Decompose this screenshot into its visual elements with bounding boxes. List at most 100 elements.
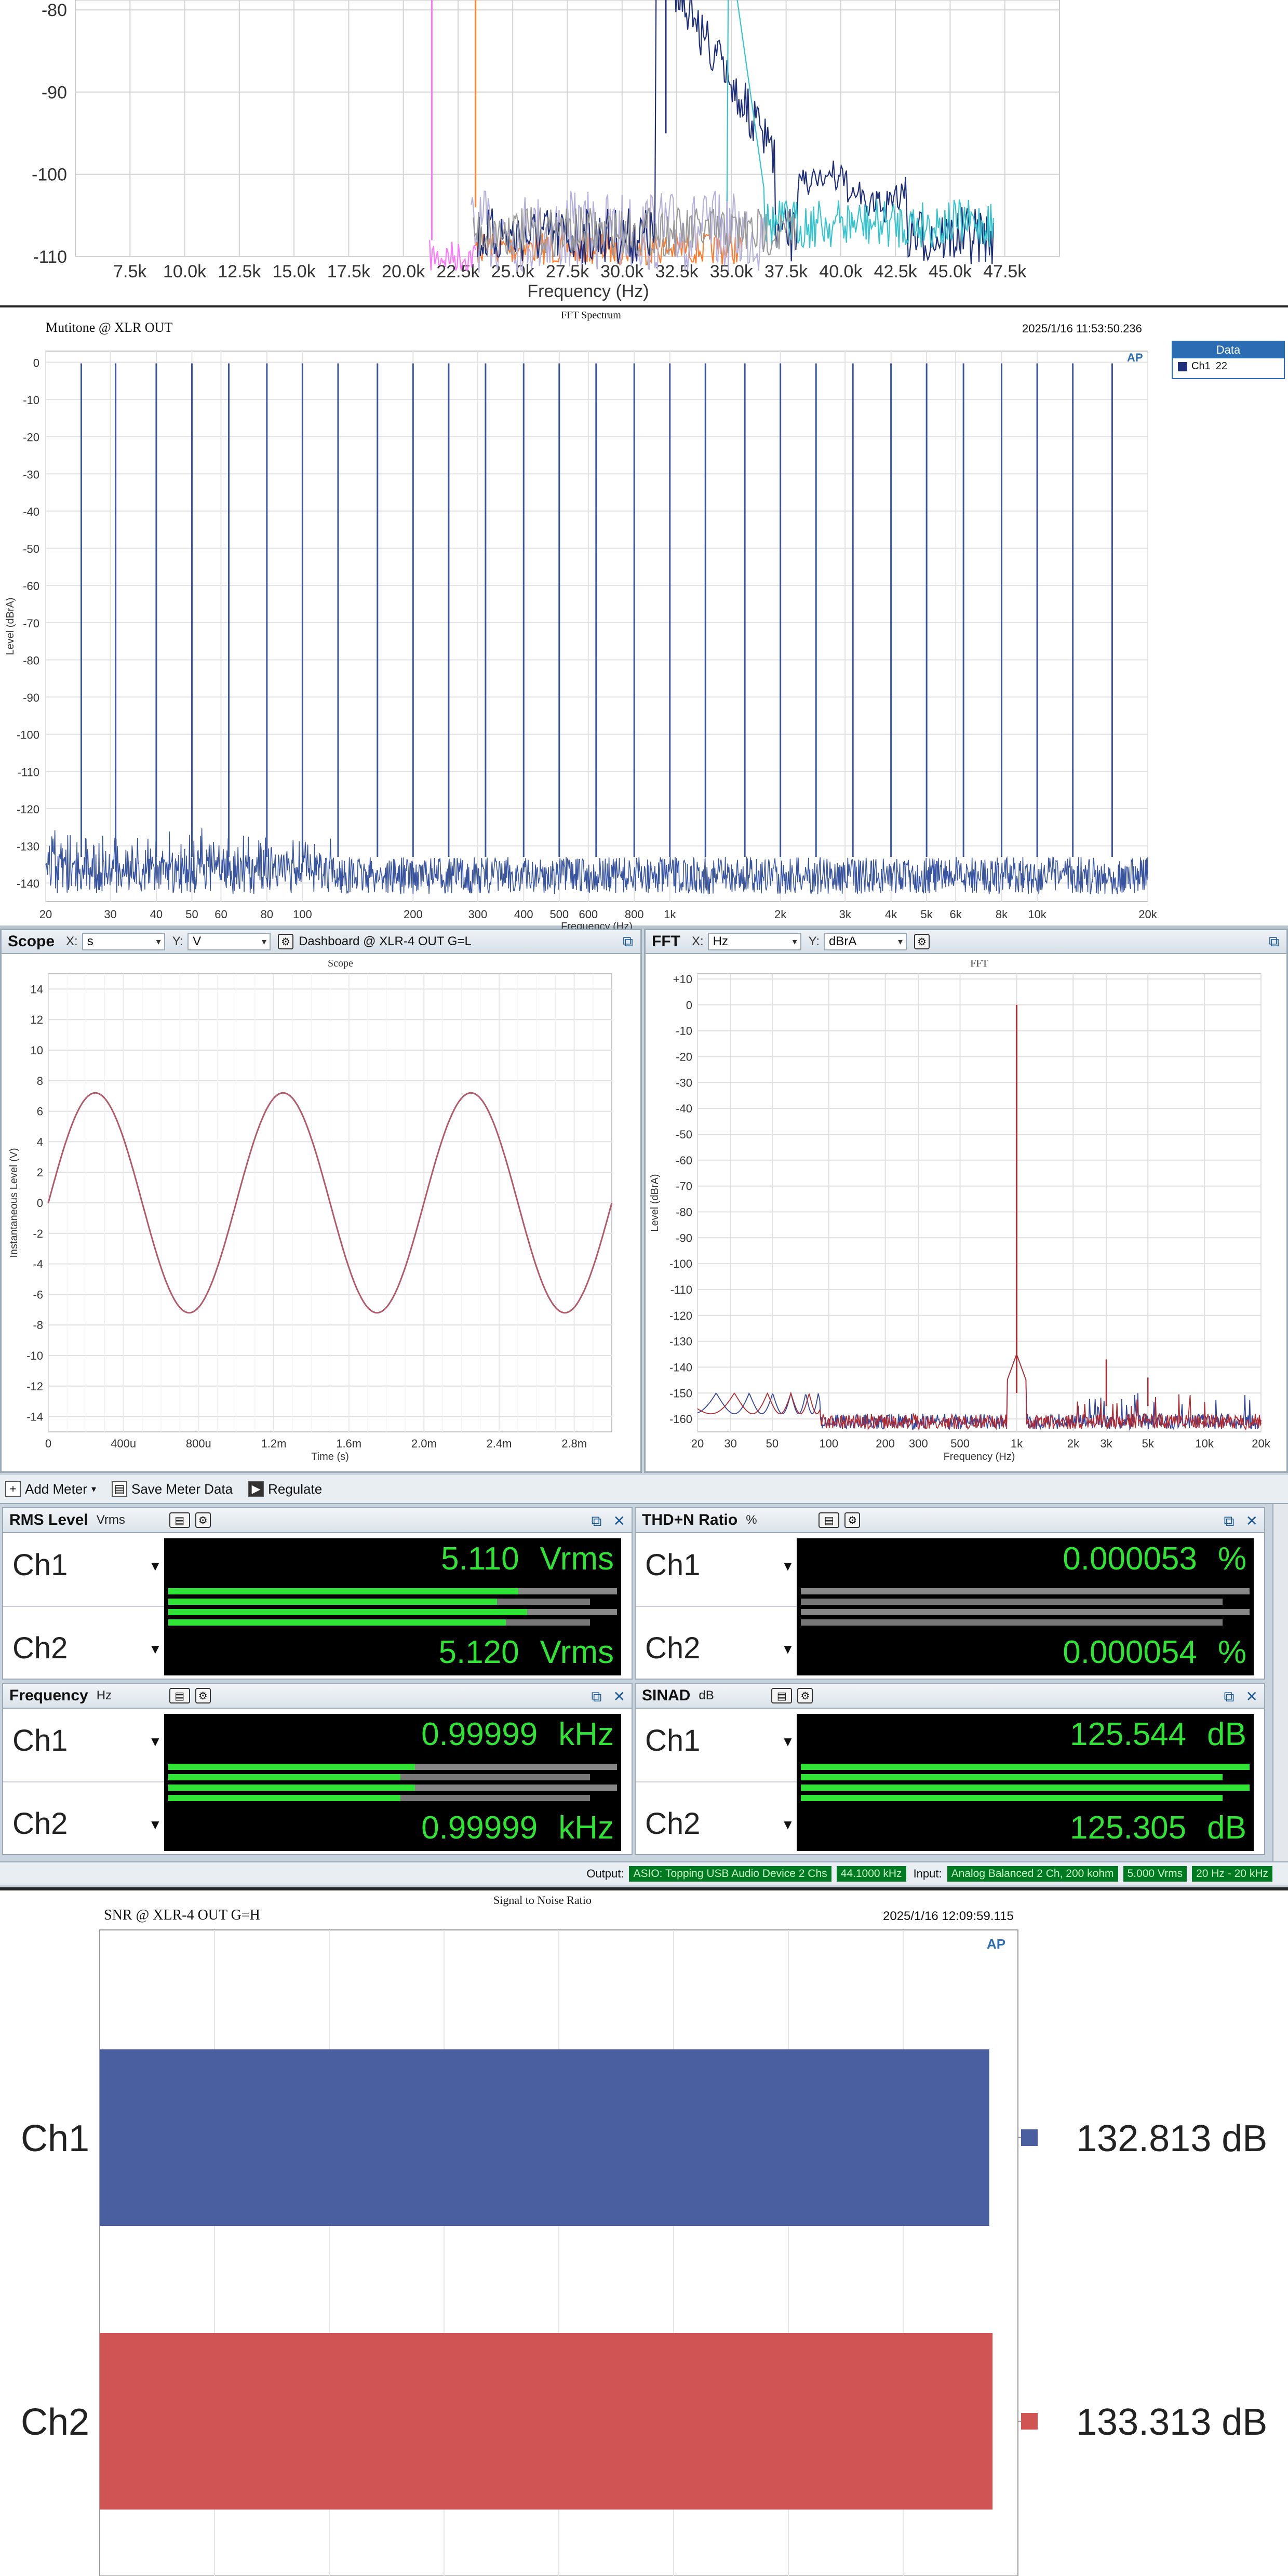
y-tick-label: -130	[17, 840, 39, 853]
input-range[interactable]: 5.000 Vrms	[1123, 1866, 1187, 1882]
y-tick-label: -140	[17, 877, 39, 890]
popout-icon[interactable]: ⧉	[623, 933, 633, 950]
y-tick-label: -14	[26, 1411, 43, 1424]
input-bandwidth[interactable]: 20 Hz - 20 kHz	[1192, 1866, 1272, 1882]
popout-icon[interactable]: ⧉	[592, 1688, 602, 1705]
meter-header: THD+N Ratio % ▤ ⚙ ⧉ ✕	[636, 1508, 1264, 1533]
ch2-label: Ch2	[12, 1631, 68, 1665]
close-icon[interactable]: ✕	[1246, 1513, 1258, 1529]
popout-icon[interactable]: ⧉	[1269, 933, 1279, 950]
x-tick-label: 7.5k	[113, 262, 147, 281]
fft-y-unit-select[interactable]: dBrA ▾	[824, 933, 907, 950]
popout-icon[interactable]: ⧉	[1224, 1688, 1235, 1705]
scope-x-unit-select[interactable]: s ▾	[82, 933, 165, 950]
ap-logo-icon: AP	[1127, 351, 1143, 364]
fft-x-label: X:	[691, 934, 704, 948]
y-tick-label: +10	[673, 973, 692, 986]
scope-y-unit-select[interactable]: V ▾	[187, 933, 271, 950]
y-tick-label: -10	[23, 394, 39, 407]
scope-header: Scope X: s ▾ Y: V ▾ ⚙ Dashboard @ XLR-4 OU…	[2, 930, 640, 954]
y-tick-label: -160	[669, 1413, 692, 1426]
add-meter-button[interactable]: + Add Meter ▾	[5, 1481, 96, 1497]
x-tick-label: 2k	[774, 908, 787, 921]
ch1-dropdown-icon[interactable]: ▼	[149, 1558, 162, 1574]
multitone-fft-chart: 0 -10 -20 -30 -40 -50 -60 -70 -80 -90 -100 -110 -120…	[5, 351, 1158, 929]
meter-unit-select[interactable]: %	[746, 1513, 819, 1527]
popout-icon[interactable]: ⧉	[1224, 1513, 1235, 1529]
y-tick-label: -140	[669, 1361, 692, 1374]
y-tick-label: -70	[23, 617, 39, 630]
fft-header: FFT X: Hz ▾ Y: dBrA ▾ ⚙ ⧉	[646, 930, 1286, 954]
x-tick-label: 20	[39, 908, 52, 921]
ch1-level-bar	[168, 1764, 617, 1770]
meter-options-icon[interactable]: ▤	[771, 1688, 793, 1703]
y-tick-label: -60	[23, 580, 39, 593]
close-icon[interactable]: ✕	[613, 1513, 625, 1529]
snr-chart: AP Ch1 132.813 dB Ch2 133.313 dB	[21, 1929, 1267, 2576]
bar-ch1	[100, 2049, 989, 2226]
ch2-readout: 5.120 Vrms	[438, 1634, 614, 1670]
settings-icon[interactable]: ⚙	[278, 934, 294, 949]
ch2-dropdown-icon[interactable]: ▼	[781, 1641, 795, 1657]
ch2-peak-bar	[168, 1619, 590, 1626]
output-device[interactable]: ASIO: Topping USB Audio Device 2 Chs	[629, 1866, 831, 1882]
meter-options-icon[interactable]: ▤	[169, 1512, 190, 1528]
x-tick-label: 10.0k	[163, 262, 207, 281]
x-tick-label: 47.5k	[983, 262, 1027, 281]
save-meter-data-button[interactable]: ▤ Save Meter Data	[112, 1481, 233, 1497]
x-tick-label: 2k	[1067, 1437, 1080, 1450]
popout-icon[interactable]: ⧉	[592, 1513, 602, 1529]
ch1-dropdown-icon[interactable]: ▼	[149, 1734, 162, 1750]
x-tick-label: 15.0k	[273, 262, 316, 281]
settings-icon[interactable]: ⚙	[195, 1512, 211, 1528]
ch2-peak-bar	[801, 1619, 1223, 1626]
x-tick-label: 3k	[1100, 1437, 1112, 1450]
settings-icon[interactable]: ⚙	[844, 1512, 861, 1528]
input-device[interactable]: Analog Balanced 2 Ch, 200 kohm	[947, 1866, 1118, 1882]
x-tick-label: 1k	[1011, 1437, 1023, 1450]
y-tick-label: 12	[31, 1013, 43, 1026]
y-tick-label: 10	[31, 1044, 43, 1057]
y-tick-label: -110	[670, 1283, 692, 1296]
x-tick-label: 0	[45, 1437, 51, 1450]
ch1-readout: 5.110 Vrms	[441, 1541, 614, 1577]
ch1-dropdown-icon[interactable]: ▼	[781, 1558, 795, 1574]
settings-icon[interactable]: ⚙	[195, 1688, 211, 1703]
ch2-dropdown-icon[interactable]: ▼	[149, 1817, 162, 1833]
meter-title: SINAD	[642, 1687, 691, 1704]
x-axis-label: Frequency (Hz)	[944, 1451, 1015, 1463]
output-rate[interactable]: 44.1000 kHz	[836, 1866, 906, 1882]
meter-unit-select[interactable]: dB	[699, 1688, 771, 1703]
ch1-readout: 0.99999 kHz	[421, 1716, 614, 1752]
ch1-label: Ch1	[12, 1724, 68, 1757]
settings-icon[interactable]: ⚙	[914, 934, 930, 949]
meter-display: 0.000053% 0.000054%	[797, 1538, 1254, 1675]
y-tick-label: -90	[42, 83, 67, 102]
y-tick-label: -90	[676, 1231, 692, 1244]
regulate-button[interactable]: ▶ Regulate	[248, 1481, 322, 1497]
y-tick-label: -6	[33, 1288, 43, 1301]
y-tick-label: -90	[23, 691, 39, 704]
x-tick-label: 40.0k	[819, 262, 863, 281]
fft-x-unit-select[interactable]: Hz ▾	[707, 933, 801, 950]
y-tick-label: -4	[33, 1258, 43, 1271]
meter-header: SINAD dB ▤ ⚙ ⧉ ✕	[636, 1684, 1264, 1709]
ch2-dropdown-icon[interactable]: ▼	[781, 1817, 795, 1833]
x-tick-label: 80	[261, 908, 273, 921]
close-icon[interactable]: ✕	[613, 1688, 625, 1705]
meter-unit-select[interactable]: Hz	[97, 1688, 169, 1703]
meter-options-icon[interactable]: ▤	[169, 1688, 190, 1703]
meter-unit-select[interactable]: Vrms	[97, 1513, 169, 1527]
x-tick-label: 22.5k	[436, 262, 480, 281]
fft-chart-title: FFT	[970, 958, 988, 969]
ch1-dropdown-icon[interactable]: ▼	[781, 1734, 795, 1750]
meter-options-icon[interactable]: ▤	[819, 1512, 840, 1528]
close-icon[interactable]: ✕	[1246, 1688, 1258, 1705]
x-tick-label: 20	[691, 1437, 704, 1450]
meter-title: THD+N Ratio	[642, 1511, 738, 1528]
legend-swatch	[1021, 2413, 1038, 2430]
settings-icon[interactable]: ⚙	[797, 1688, 813, 1703]
ch2-dropdown-icon[interactable]: ▼	[149, 1641, 162, 1657]
meters-scrollbar[interactable]	[1272, 1504, 1288, 1861]
x-tick-label: 100	[819, 1437, 838, 1450]
